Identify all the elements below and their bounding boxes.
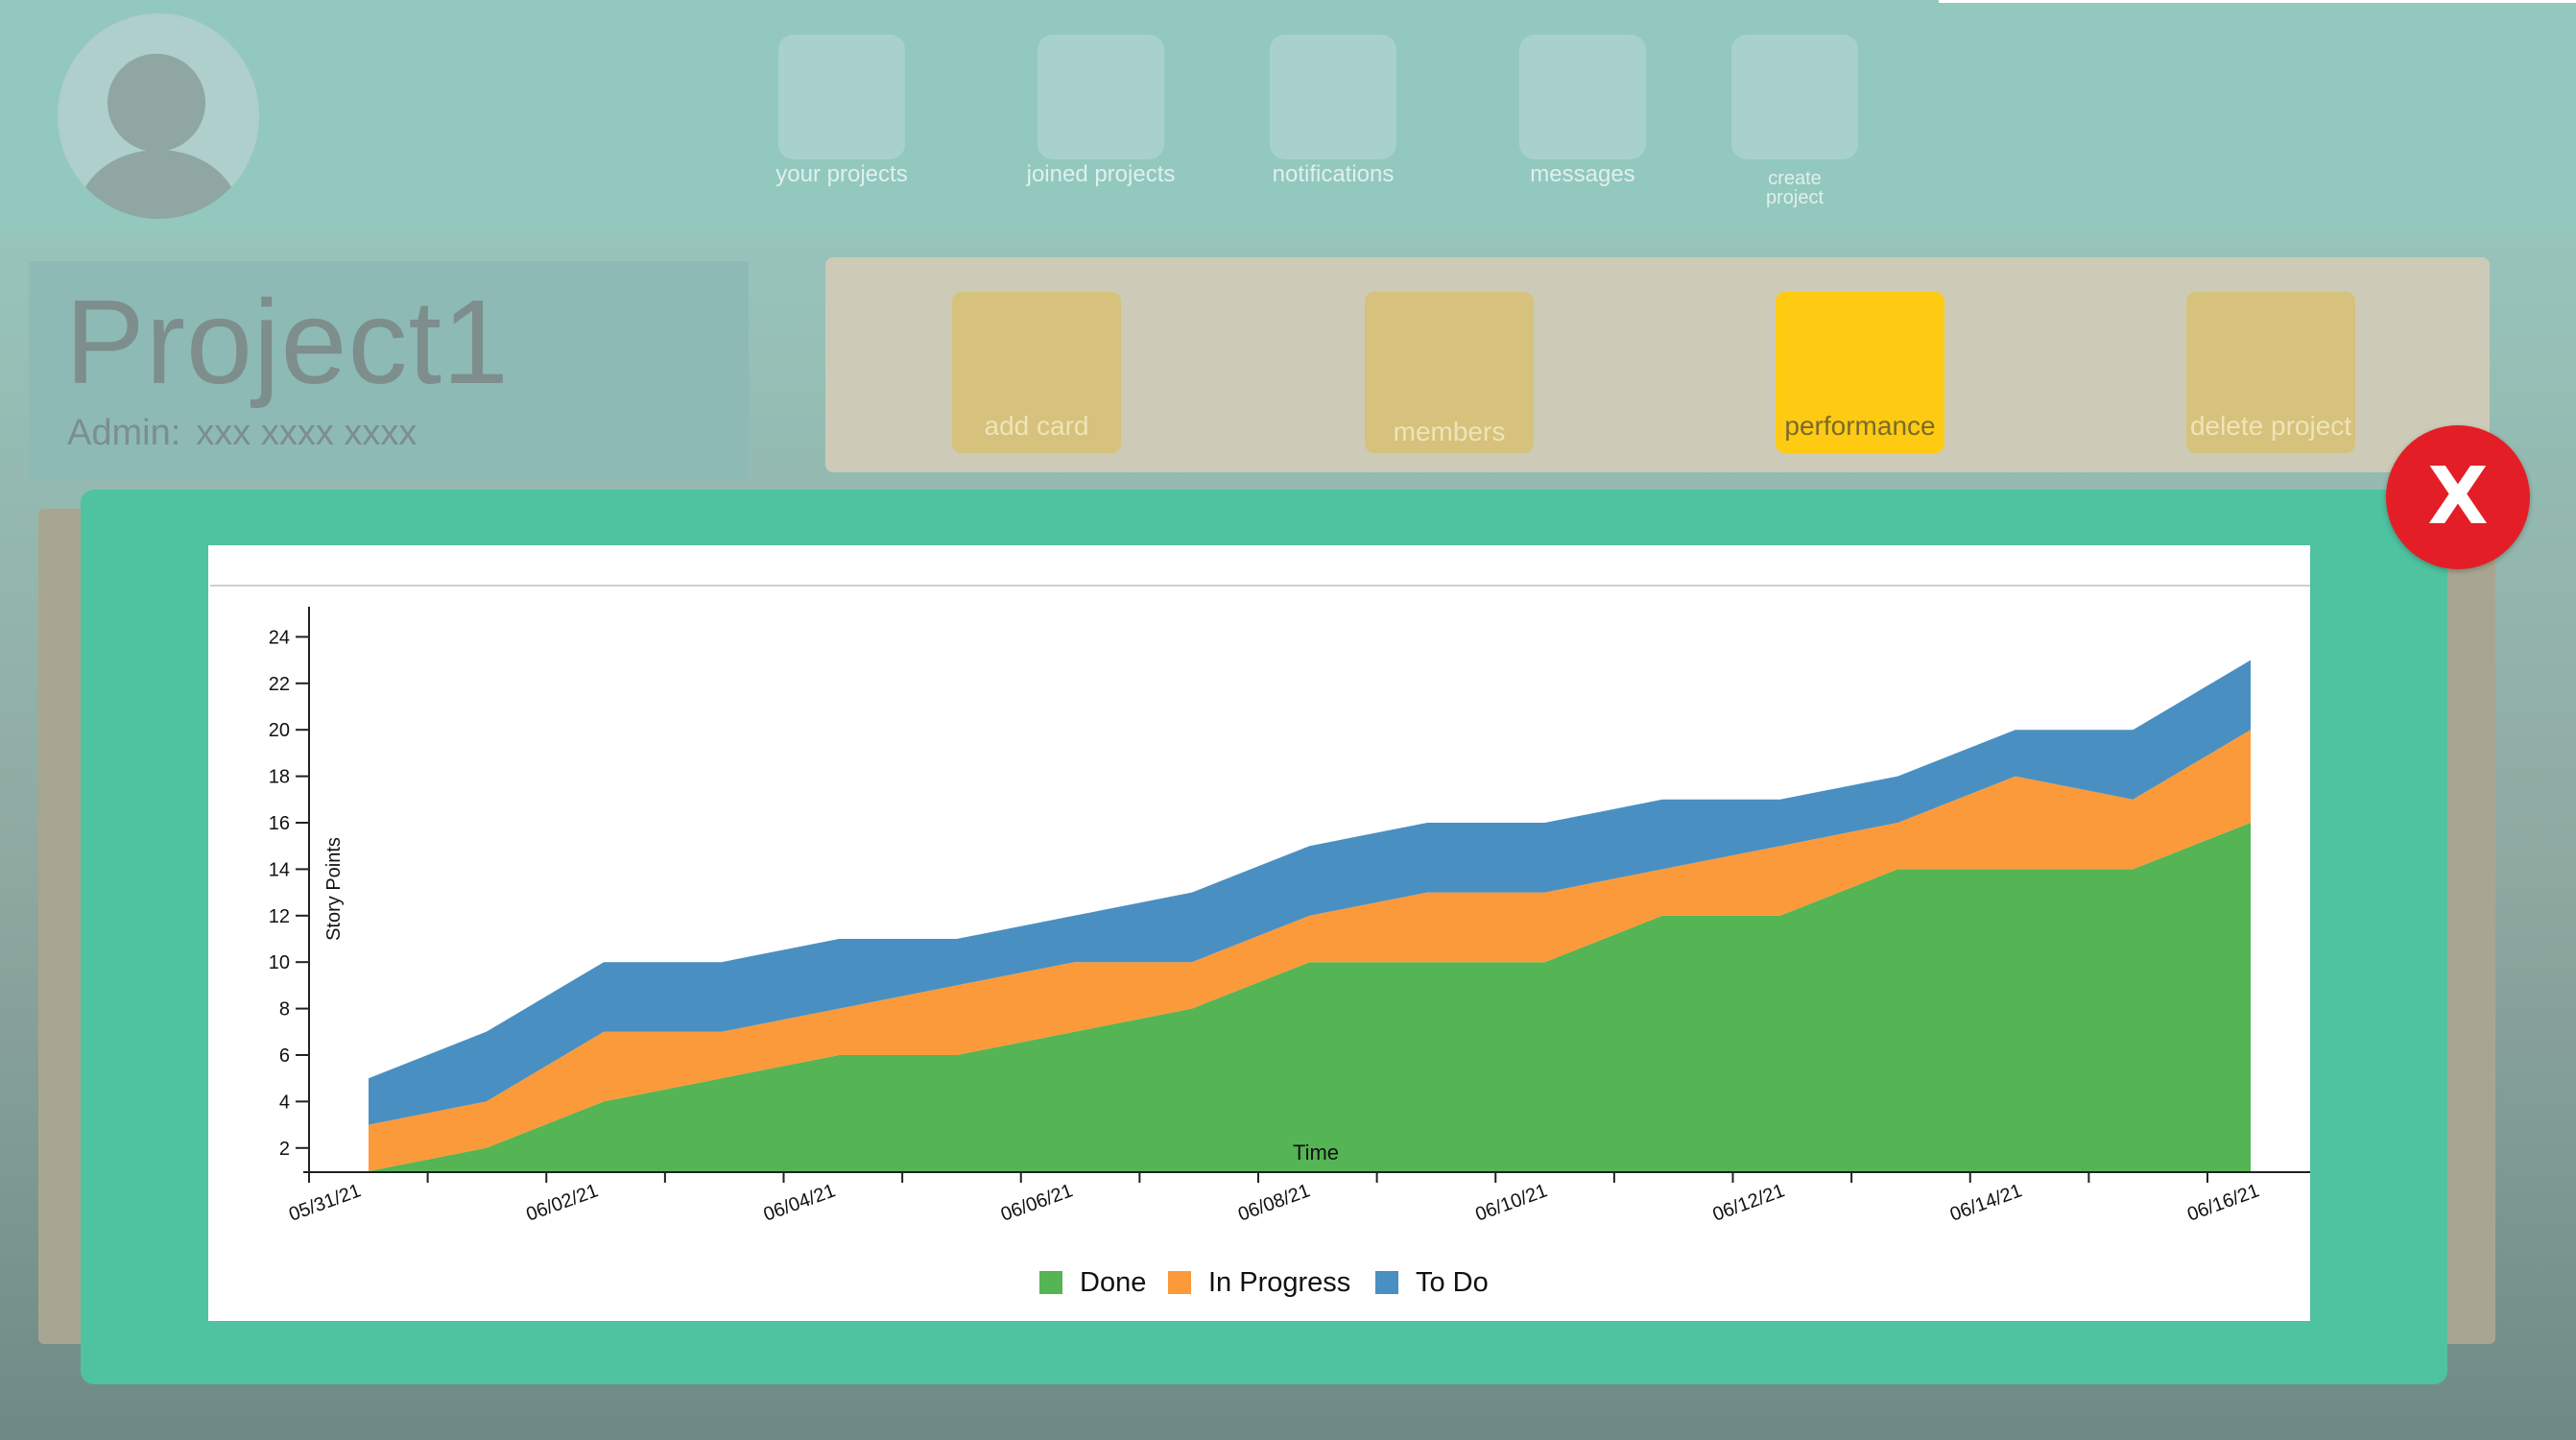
- y-tick-label: 20: [269, 720, 290, 741]
- nav-joined-projects[interactable]: joined projects: [1019, 35, 1182, 186]
- create-project-icon[interactable]: [1731, 35, 1858, 159]
- x-tick-label: 06/16/21: [2184, 1180, 2262, 1225]
- burnup-chart: 2 4 6 8 10 12 14 16 18 20 22 24 05/31/21 06/02/21 06/0…: [208, 545, 2310, 1321]
- delete-project-label: delete project: [2189, 411, 2352, 441]
- x-tick-label: 06/10/21: [1472, 1180, 1550, 1225]
- y-tick-label: 12: [269, 906, 290, 927]
- legend-swatch-in-progress: [1168, 1271, 1191, 1294]
- notifications-icon[interactable]: [1270, 35, 1396, 159]
- members-button[interactable]: members: [1365, 292, 1534, 453]
- joined-projects-icon[interactable]: [1038, 35, 1164, 159]
- avatar-head-icon: [107, 54, 205, 152]
- project-info-panel: Project1 Admin: xxx xxxx xxxx: [29, 261, 749, 480]
- nav-create-project[interactable]: create project: [1708, 35, 1881, 207]
- delete-project-button[interactable]: delete project: [2186, 292, 2355, 453]
- project-actions-panel: add card members performance delete proj…: [825, 257, 2490, 472]
- nav-your-projects[interactable]: your projects: [760, 35, 923, 186]
- admin-value: xxx xxxx xxxx: [196, 413, 417, 453]
- add-card-label: add card: [984, 411, 1089, 441]
- legend-swatch-to-do: [1375, 1271, 1398, 1294]
- page-title: Project1: [65, 276, 510, 409]
- y-tick-label: 4: [279, 1092, 290, 1113]
- x-tick-label: 06/04/21: [761, 1180, 839, 1225]
- messages-icon[interactable]: [1519, 35, 1646, 159]
- admin-label: Admin:: [67, 413, 181, 453]
- nav-label: create project: [1765, 168, 1825, 208]
- x-tick-label: 06/02/21: [523, 1180, 601, 1225]
- nav-label: your projects: [775, 161, 908, 187]
- nav-label: notifications: [1272, 161, 1395, 187]
- avatar-body-icon: [77, 150, 240, 219]
- nav-label: joined projects: [1026, 161, 1176, 187]
- legend-label-done: Done: [1080, 1267, 1146, 1298]
- chart-svg: 2468101214161820222405/31/21 06/02/21 06/0…: [210, 585, 2310, 1298]
- nav-messages[interactable]: messages: [1501, 35, 1664, 186]
- top-header: your projects joined projects notificati…: [0, 0, 2576, 232]
- legend-label-to-do: To Do: [1416, 1267, 1489, 1298]
- performance-button[interactable]: performance: [1776, 292, 1944, 453]
- members-label: members: [1393, 417, 1506, 446]
- legend-label-in-progress: In Progress: [1208, 1267, 1350, 1298]
- y-tick-label: 10: [269, 952, 290, 973]
- nav-label: messages: [1530, 161, 1635, 187]
- y-tick-label: 8: [279, 999, 290, 1020]
- y-tick-label: 14: [269, 859, 290, 880]
- y-tick-label: 24: [269, 627, 290, 648]
- projects-icon[interactable]: [778, 35, 905, 159]
- nav-notifications[interactable]: notifications: [1252, 35, 1415, 186]
- header-strip: [1939, 0, 2576, 3]
- x-tick-label: 06/06/21: [998, 1180, 1076, 1225]
- avatar[interactable]: [58, 13, 259, 219]
- x-tick-label: 06/12/21: [1710, 1180, 1788, 1225]
- x-tick-label: 05/31/21: [286, 1180, 364, 1225]
- y-tick-label: 16: [269, 813, 290, 834]
- performance-label: performance: [1784, 411, 1936, 441]
- performance-modal: 2 4 6 8 10 12 14 16 18 20 22 24 05/31/21 06/02/21 06/0…: [81, 490, 2447, 1384]
- x-tick-label: 06/14/21: [1947, 1180, 2025, 1225]
- y-tick-label: 18: [269, 767, 290, 788]
- x-axis-title: Time: [1293, 1140, 1339, 1164]
- legend-swatch-done: [1039, 1271, 1062, 1294]
- project-admin: Admin: xxx xxxx xxxx: [67, 413, 417, 454]
- close-button[interactable]: X: [2386, 425, 2530, 569]
- y-tick-label: 2: [279, 1139, 290, 1160]
- y-axis-title: Story Points: [323, 837, 345, 941]
- y-tick-label: 22: [269, 674, 290, 695]
- add-card-button[interactable]: add card: [952, 292, 1121, 453]
- y-tick-label: 6: [279, 1045, 290, 1067]
- x-tick-label: 06/08/21: [1235, 1180, 1313, 1225]
